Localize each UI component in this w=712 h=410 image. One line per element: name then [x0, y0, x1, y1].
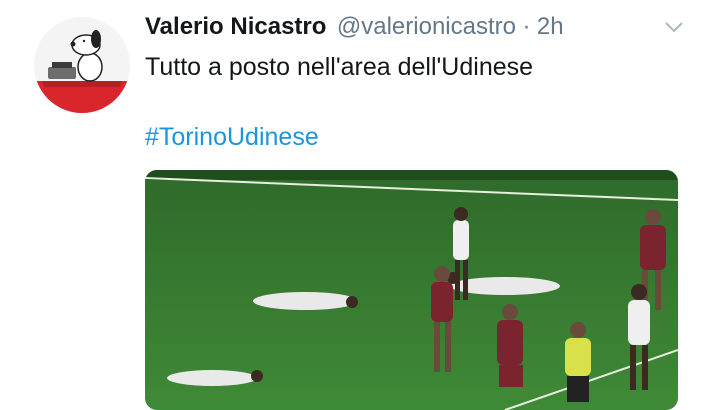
tweet-text: Tutto a posto nell'area dell'Udinese: [145, 53, 534, 81]
snoopy-avatar-image: [34, 17, 130, 113]
hashtag-link[interactable]: #TorinoUdinese: [145, 123, 319, 152]
avatar[interactable]: [34, 17, 130, 113]
tweet-media-image[interactable]: [145, 170, 678, 410]
football-pitch-photo: [145, 170, 678, 410]
author-handle[interactable]: @valerionicastro: [337, 13, 516, 40]
separator-dot: ·: [522, 13, 531, 40]
chevron-down-icon[interactable]: [663, 19, 685, 35]
tweet-timestamp[interactable]: 2h: [537, 13, 564, 40]
tweet-header: Valerio Nicastro @valerionicastro · 2h: [145, 13, 685, 45]
author-name[interactable]: Valerio Nicastro: [145, 13, 326, 40]
